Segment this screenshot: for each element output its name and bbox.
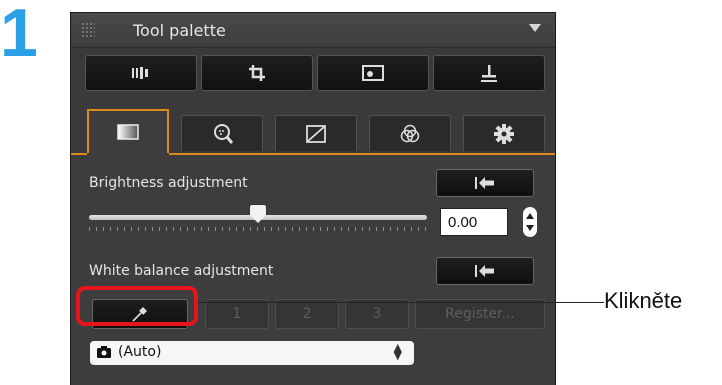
white-balance-select[interactable]: (Auto) ▲ ▼ [90,341,414,365]
wb-register-slot-2[interactable]: 2 [275,299,339,329]
white-balance-label: White balance adjustment [89,263,274,279]
stepper-up-icon[interactable] [526,213,534,219]
tab-color-adjustment[interactable] [369,115,451,151]
crop-button[interactable] [201,55,313,91]
collapse-arrow-icon[interactable] [529,24,541,32]
select-arrows-icon: ▲ ▼ [393,341,402,362]
sharpness-magnifier-icon [214,123,234,144]
compare-layout-icon [132,67,148,79]
brightness-reset-button[interactable] [436,169,534,197]
callout-line [198,302,604,303]
wb-register-slot-3[interactable]: 3 [345,299,409,329]
wb-register-button[interactable]: Register... [415,299,545,329]
settings-gear-icon [494,123,514,144]
reset-arrow-icon [475,265,494,277]
slider-ticks [89,227,427,231]
crop-icon [249,65,265,81]
copy-stamp-button[interactable] [433,55,545,91]
step-number: 1 [0,0,38,71]
color-adjustment-icon [400,124,420,142]
brightness-value-field[interactable]: 0.00 [440,208,508,236]
dust-delete-button[interactable] [317,55,429,91]
wb-register-slot-1[interactable]: 1 [205,299,269,329]
camera-icon [97,346,111,358]
compare-layout-button[interactable] [85,55,197,91]
drag-grip-icon[interactable] [81,22,95,38]
tab-tone-curve[interactable] [275,115,357,151]
callout-text: Klikněte [604,288,683,313]
stamp-icon [481,65,497,82]
brightness-stepper[interactable] [523,207,537,237]
palette-title: Tool palette [133,21,226,40]
basic-adjustment-panel: Brightness adjustment 0.00 White balance… [71,155,555,385]
white-balance-selected: (Auto) [118,344,162,360]
reset-arrow-icon [475,177,494,189]
tab-basic-adjustment[interactable] [87,109,169,153]
tone-curve-icon [306,124,326,143]
tool-palette: Tool palette Brightness adjustment 0.00 … [70,12,556,385]
tab-settings[interactable] [463,115,545,151]
brightness-label: Brightness adjustment [89,175,248,191]
stepper-down-icon[interactable] [526,225,534,231]
highlight-frame [76,286,198,326]
palette-titlebar[interactable]: Tool palette [71,13,555,48]
white-balance-reset-button[interactable] [436,257,534,285]
basic-adjustment-icon [117,124,139,140]
adjustment-tabs [71,109,555,153]
tab-sharpness[interactable] [181,115,263,151]
dust-delete-icon [362,65,384,81]
